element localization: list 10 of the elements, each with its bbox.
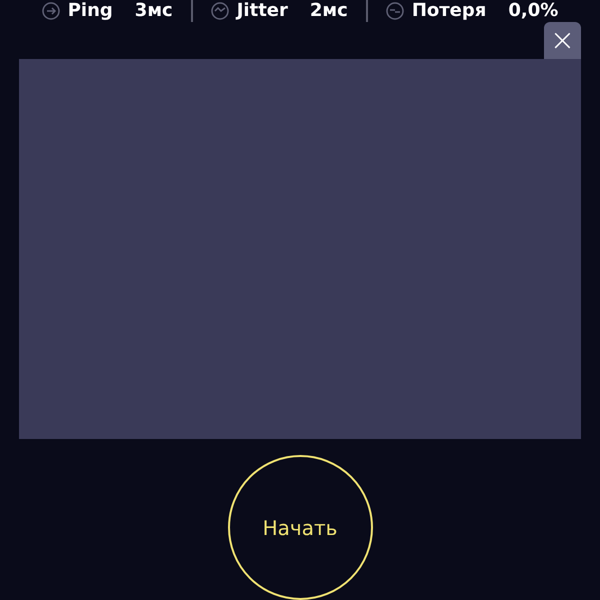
stat-label: Jitter xyxy=(236,0,288,22)
stat-label: Потеря xyxy=(412,0,486,22)
stat-value: 2мс xyxy=(310,0,348,22)
stat-label: Ping xyxy=(68,0,113,22)
stat-value: 0,0% xyxy=(508,0,558,22)
wave-icon xyxy=(210,2,229,20)
stat-value: 3мс xyxy=(134,0,173,22)
close-button[interactable]: × xyxy=(544,22,581,59)
split-icon xyxy=(386,2,404,20)
start-button[interactable]: Начать xyxy=(228,455,372,600)
